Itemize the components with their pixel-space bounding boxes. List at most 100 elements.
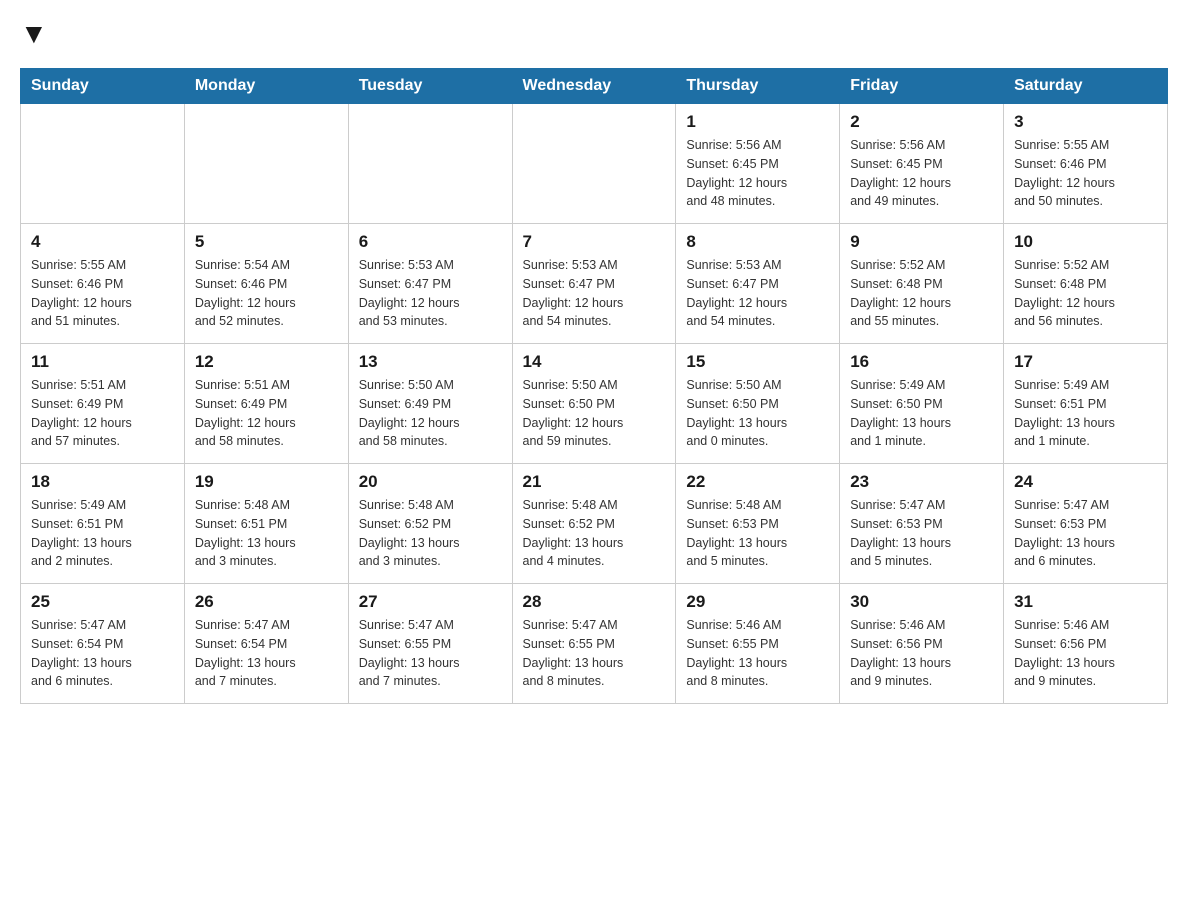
day-number: 12 — [195, 352, 338, 372]
day-info: Sunrise: 5:55 AM Sunset: 6:46 PM Dayligh… — [1014, 136, 1157, 211]
calendar-cell: 5 Sunrise: 5:54 AM Sunset: 6:46 PM Daylig… — [184, 224, 348, 344]
calendar-cell: 28Sunrise: 5:47 AM Sunset: 6:55 PM Dayli… — [512, 584, 676, 704]
calendar-cell: 13Sunrise: 5:50 AM Sunset: 6:49 PM Dayli… — [348, 344, 512, 464]
day-number: 9 — [850, 232, 993, 252]
calendar-week-5: 25 Sunrise: 5:47 AM Sunset: 6:54 PM Dayli… — [21, 584, 1168, 704]
day-number: 26 — [195, 592, 338, 612]
day-number: 2 — [850, 112, 993, 132]
day-number: 17 — [1014, 352, 1157, 372]
calendar-cell: 25Sunrise: 5:47 AM Sunset: 6:54 PM Dayli… — [21, 584, 185, 704]
day-number: 22 — [686, 472, 829, 492]
calendar-cell: 31 Sunrise: 5:46 AM Sunset: 6:56 PM Dayli… — [1004, 584, 1168, 704]
calendar-cell: 7Sunrise: 5:53 AM Sunset: 6:47 PM Daylig… — [512, 224, 676, 344]
calendar-cell: 14 Sunrise: 5:50 AM Sunset: 6:50 PM Dayli… — [512, 344, 676, 464]
day-info: Sunrise: 5:48 AM Sunset: 6:53 PM Dayligh… — [686, 496, 829, 571]
logo-general-line: ▼ — [20, 20, 48, 48]
calendar-cell — [21, 104, 185, 224]
calendar-cell: 26 Sunrise: 5:47 AM Sunset: 6:54 PM Dayli… — [184, 584, 348, 704]
calendar-cell — [184, 104, 348, 224]
calendar-cell: 2 Sunrise: 5:56 AM Sunset: 6:45 PM Daylig… — [840, 104, 1004, 224]
calendar-header-sunday: Sunday — [21, 69, 185, 104]
day-number: 8 — [686, 232, 829, 252]
day-number: 16 — [850, 352, 993, 372]
day-info: Sunrise: 5:54 AM Sunset: 6:46 PM Dayligh… — [195, 256, 338, 331]
day-info: Sunrise: 5:47 AM Sunset: 6:54 PM Dayligh… — [195, 616, 338, 691]
day-info: Sunrise: 5:53 AM Sunset: 6:47 PM Dayligh… — [686, 256, 829, 331]
calendar-header-tuesday: Tuesday — [348, 69, 512, 104]
day-info: Sunrise: 5:52 AM Sunset: 6:48 PM Dayligh… — [1014, 256, 1157, 331]
day-number: 15 — [686, 352, 829, 372]
day-number: 3 — [1014, 112, 1157, 132]
page-header: ▼ — [20, 20, 1168, 48]
day-number: 7 — [523, 232, 666, 252]
calendar-cell: 27 Sunrise: 5:47 AM Sunset: 6:55 PM Dayli… — [348, 584, 512, 704]
calendar-header-wednesday: Wednesday — [512, 69, 676, 104]
day-number: 29 — [686, 592, 829, 612]
calendar-cell: 6 Sunrise: 5:53 AM Sunset: 6:47 PM Daylig… — [348, 224, 512, 344]
calendar-cell: 8 Sunrise: 5:53 AM Sunset: 6:47 PM Daylig… — [676, 224, 840, 344]
calendar-cell — [512, 104, 676, 224]
calendar-header-row: SundayMondayTuesdayWednesdayThursdayFrid… — [21, 69, 1168, 104]
calendar-cell: 17 Sunrise: 5:49 AM Sunset: 6:51 PM Dayli… — [1004, 344, 1168, 464]
calendar-cell: 21 Sunrise: 5:48 AM Sunset: 6:52 PM Dayli… — [512, 464, 676, 584]
calendar-cell: 11 Sunrise: 5:51 AM Sunset: 6:49 PM Dayli… — [21, 344, 185, 464]
day-info: Sunrise: 5:52 AM Sunset: 6:48 PM Dayligh… — [850, 256, 993, 331]
day-number: 5 — [195, 232, 338, 252]
calendar-week-1: 1 Sunrise: 5:56 AM Sunset: 6:45 PM Daylig… — [21, 104, 1168, 224]
day-info: Sunrise: 5:47 AM Sunset: 6:53 PM Dayligh… — [1014, 496, 1157, 571]
day-number: 6 — [359, 232, 502, 252]
day-number: 19 — [195, 472, 338, 492]
calendar-header-monday: Monday — [184, 69, 348, 104]
day-number: 24 — [1014, 472, 1157, 492]
calendar-cell: 9 Sunrise: 5:52 AM Sunset: 6:48 PM Daylig… — [840, 224, 1004, 344]
day-info: Sunrise: 5:46 AM Sunset: 6:56 PM Dayligh… — [850, 616, 993, 691]
day-number: 23 — [850, 472, 993, 492]
calendar-cell: 10Sunrise: 5:52 AM Sunset: 6:48 PM Dayli… — [1004, 224, 1168, 344]
calendar-week-2: 4 Sunrise: 5:55 AM Sunset: 6:46 PM Daylig… — [21, 224, 1168, 344]
day-number: 21 — [523, 472, 666, 492]
day-info: Sunrise: 5:49 AM Sunset: 6:51 PM Dayligh… — [1014, 376, 1157, 451]
calendar-header-friday: Friday — [840, 69, 1004, 104]
day-number: 11 — [31, 352, 174, 372]
calendar-week-4: 18Sunrise: 5:49 AM Sunset: 6:51 PM Dayli… — [21, 464, 1168, 584]
calendar-cell: 20 Sunrise: 5:48 AM Sunset: 6:52 PM Dayli… — [348, 464, 512, 584]
day-info: Sunrise: 5:49 AM Sunset: 6:50 PM Dayligh… — [850, 376, 993, 451]
calendar-cell: 30Sunrise: 5:46 AM Sunset: 6:56 PM Dayli… — [840, 584, 1004, 704]
logo: ▼ — [20, 20, 48, 48]
day-info: Sunrise: 5:47 AM Sunset: 6:55 PM Dayligh… — [359, 616, 502, 691]
day-number: 1 — [686, 112, 829, 132]
calendar-cell — [348, 104, 512, 224]
day-number: 4 — [31, 232, 174, 252]
day-info: Sunrise: 5:48 AM Sunset: 6:52 PM Dayligh… — [359, 496, 502, 571]
calendar-cell: 15 Sunrise: 5:50 AM Sunset: 6:50 PM Dayli… — [676, 344, 840, 464]
calendar-cell: 4 Sunrise: 5:55 AM Sunset: 6:46 PM Daylig… — [21, 224, 185, 344]
day-info: Sunrise: 5:55 AM Sunset: 6:46 PM Dayligh… — [31, 256, 174, 331]
day-number: 27 — [359, 592, 502, 612]
day-info: Sunrise: 5:56 AM Sunset: 6:45 PM Dayligh… — [686, 136, 829, 211]
day-info: Sunrise: 5:51 AM Sunset: 6:49 PM Dayligh… — [195, 376, 338, 451]
calendar-cell: 23 Sunrise: 5:47 AM Sunset: 6:53 PM Dayli… — [840, 464, 1004, 584]
day-info: Sunrise: 5:53 AM Sunset: 6:47 PM Dayligh… — [359, 256, 502, 331]
day-info: Sunrise: 5:46 AM Sunset: 6:56 PM Dayligh… — [1014, 616, 1157, 691]
day-number: 14 — [523, 352, 666, 372]
calendar-cell: 1 Sunrise: 5:56 AM Sunset: 6:45 PM Daylig… — [676, 104, 840, 224]
calendar-header-thursday: Thursday — [676, 69, 840, 104]
day-info: Sunrise: 5:47 AM Sunset: 6:53 PM Dayligh… — [850, 496, 993, 571]
day-info: Sunrise: 5:46 AM Sunset: 6:55 PM Dayligh… — [686, 616, 829, 691]
day-info: Sunrise: 5:48 AM Sunset: 6:51 PM Dayligh… — [195, 496, 338, 571]
day-info: Sunrise: 5:48 AM Sunset: 6:52 PM Dayligh… — [523, 496, 666, 571]
calendar-table: SundayMondayTuesdayWednesdayThursdayFrid… — [20, 68, 1168, 704]
day-info: Sunrise: 5:50 AM Sunset: 6:50 PM Dayligh… — [686, 376, 829, 451]
day-number: 13 — [359, 352, 502, 372]
day-number: 31 — [1014, 592, 1157, 612]
calendar-header-saturday: Saturday — [1004, 69, 1168, 104]
day-info: Sunrise: 5:49 AM Sunset: 6:51 PM Dayligh… — [31, 496, 174, 571]
calendar-cell: 22 Sunrise: 5:48 AM Sunset: 6:53 PM Dayli… — [676, 464, 840, 584]
day-number: 25 — [31, 592, 174, 612]
day-info: Sunrise: 5:56 AM Sunset: 6:45 PM Dayligh… — [850, 136, 993, 211]
calendar-cell: 12 Sunrise: 5:51 AM Sunset: 6:49 PM Dayli… — [184, 344, 348, 464]
day-number: 20 — [359, 472, 502, 492]
day-info: Sunrise: 5:50 AM Sunset: 6:50 PM Dayligh… — [523, 376, 666, 451]
calendar-cell: 29 Sunrise: 5:46 AM Sunset: 6:55 PM Dayli… — [676, 584, 840, 704]
day-info: Sunrise: 5:51 AM Sunset: 6:49 PM Dayligh… — [31, 376, 174, 451]
